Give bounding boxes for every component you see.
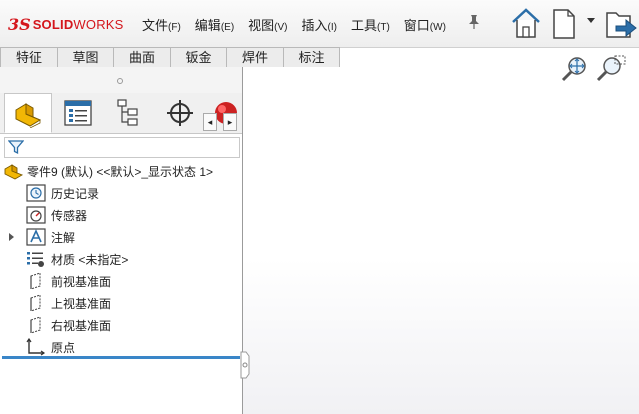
menu-tools[interactable]: 工具(T) [351, 15, 390, 34]
part-icon [4, 164, 24, 180]
tree-item-material[interactable]: 材质 <未指定> [26, 248, 128, 270]
zoom-to-area-icon[interactable] [596, 54, 626, 84]
panel-grip-icon[interactable] [117, 78, 123, 84]
menu-accelerator: (W) [429, 22, 446, 33]
tree-item-label: 右视基准面 [51, 318, 112, 333]
menu-label: 编辑 [194, 18, 221, 33]
menu-accelerator: (F) [168, 22, 181, 33]
expand-arrow-icon[interactable] [9, 233, 14, 241]
open-folder-icon[interactable] [604, 4, 639, 42]
history-icon [26, 184, 46, 202]
tab-surfaces[interactable]: 曲面 [114, 47, 171, 68]
tab-scroll-right-button[interactable]: ▸ [223, 113, 237, 131]
crosshair-icon [167, 100, 193, 126]
property-manager-icon [64, 100, 92, 126]
new-document-icon[interactable] [551, 4, 577, 42]
tab-scroll-left-button[interactable]: ◂ [203, 113, 217, 131]
plane-icon [30, 294, 41, 312]
tree-item-sensors[interactable]: 传感器 [26, 204, 87, 226]
tree-item-right-plane[interactable]: 右视基准面 [26, 314, 111, 336]
solidworks-logo[interactable]: 3S SOLIDWORKS [8, 14, 124, 34]
tree-item-label: 上视基准面 [51, 296, 112, 311]
tree-item-label: 材质 <未指定> [51, 252, 129, 267]
menu-label: 插入 [301, 18, 328, 33]
command-manager-tabs: 特征 草图 曲面 钣金 焊件 标注 [0, 47, 340, 68]
menu-label: 窗口 [403, 18, 430, 33]
tab-markup[interactable]: 标注 [284, 47, 340, 68]
filter-icon[interactable] [8, 139, 24, 155]
menu-accelerator: (E) [220, 22, 235, 33]
panel-header [0, 67, 242, 93]
plane-icon [30, 272, 41, 290]
logo-bold-text: SOLID [32, 16, 74, 32]
part-icon [15, 103, 42, 128]
logo-wordmark: SOLIDWORKS [33, 17, 124, 32]
menu-accelerator: (V) [274, 22, 288, 33]
tree-item-label: 传感器 [51, 208, 88, 223]
annotation-icon [26, 228, 46, 246]
menu-edit[interactable]: 编辑(E) [195, 15, 234, 34]
tree-item-label: 历史记录 [51, 186, 100, 201]
title-toolbar: 3S SOLIDWORKS 文件(F) 编辑(E) 视图(V) 插入(I) 工具… [0, 0, 639, 48]
logo-thin-text: WORKS [73, 16, 124, 32]
sensor-icon [26, 206, 46, 224]
tree-root-part[interactable]: 零件9 (默认) <<默认>_显示状态 1> [4, 160, 213, 182]
tree-item-label: 原点 [51, 340, 76, 355]
tree-item-top-plane[interactable]: 上视基准面 [26, 292, 111, 314]
new-dropdown-arrow-icon[interactable] [587, 18, 595, 23]
tab-sheet-metal[interactable]: 钣金 [171, 47, 227, 68]
tree-item-label: 注解 [51, 230, 76, 245]
menu-window[interactable]: 窗口(W) [404, 15, 446, 34]
menu-label: 视图 [248, 18, 275, 33]
tree-item-label: 前视基准面 [51, 274, 112, 289]
tab-dimxpert-manager[interactable] [156, 93, 204, 133]
menu-insert[interactable]: 插入(I) [302, 15, 337, 34]
filter-bar[interactable] [4, 137, 240, 158]
tree-item-annotations[interactable]: 注解 [26, 226, 75, 248]
tree-item-history[interactable]: 历史记录 [26, 182, 99, 204]
plane-icon [30, 316, 41, 334]
origin-icon [26, 338, 46, 356]
tab-features[interactable]: 特征 [0, 47, 58, 68]
ds-logo-mark: 3S [8, 14, 31, 34]
menu-file[interactable]: 文件(F) [142, 15, 181, 34]
tree-item-origin[interactable]: 原点 [26, 336, 75, 358]
home-icon[interactable] [510, 4, 542, 42]
tree-item-front-plane[interactable]: 前视基准面 [26, 270, 111, 292]
tab-property-manager[interactable] [54, 93, 102, 133]
configuration-manager-icon [117, 99, 138, 126]
rollback-bar[interactable] [2, 356, 240, 359]
menu-view[interactable]: 视图(V) [248, 15, 287, 34]
material-icon [27, 252, 44, 267]
menu-label: 工具 [350, 18, 377, 33]
tree-root-label: 零件9 (默认) <<默认>_显示状态 1> [27, 164, 214, 179]
tab-feature-manager[interactable] [4, 93, 52, 133]
graphics-area[interactable] [243, 67, 639, 414]
pin-icon[interactable] [467, 14, 481, 30]
tab-weldments[interactable]: 焊件 [227, 47, 284, 68]
panel-splitter-handle-icon[interactable] [240, 350, 250, 380]
tab-sketch[interactable]: 草图 [58, 47, 114, 68]
zoom-to-fit-icon[interactable] [560, 54, 590, 84]
menu-accelerator: (I) [327, 22, 337, 33]
tab-configuration-manager[interactable] [104, 93, 152, 133]
menu-accelerator: (T) [377, 22, 390, 33]
menu-bar: 文件(F) 编辑(E) 视图(V) 插入(I) 工具(T) 窗口(W) [142, 15, 460, 34]
menu-label: 文件 [142, 18, 169, 33]
